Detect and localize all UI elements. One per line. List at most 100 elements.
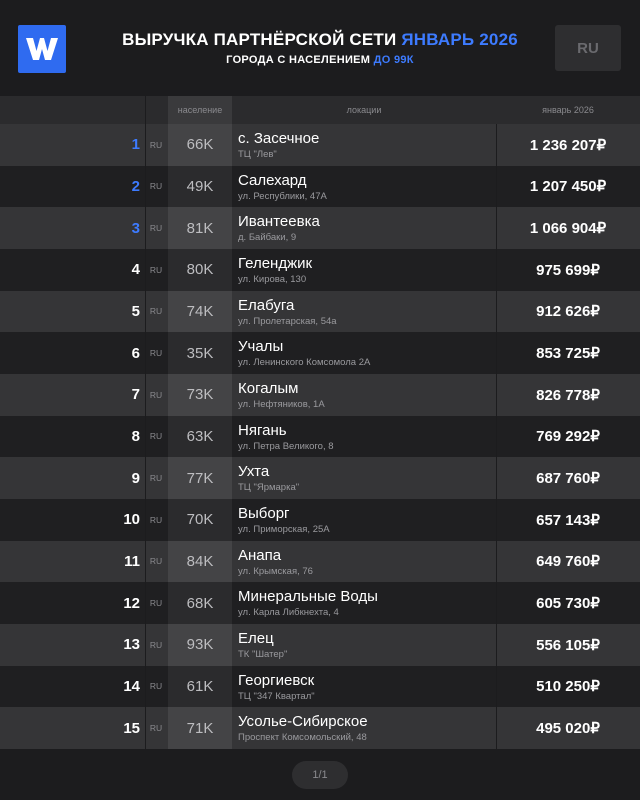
table-row[interactable]: 11 RU 84K Анапа ул. Крымская, 76 649 760₽: [0, 540, 640, 583]
location-address: ул. Ленинского Комсомола 2А: [238, 357, 371, 369]
table-row[interactable]: 9 RU 77K Ухта ТЦ "Ярмарка" 687 760₽: [0, 457, 640, 499]
city-name: Ухта: [238, 463, 270, 481]
location-cell: Салехард ул. Республики, 47А: [238, 166, 493, 208]
country-code-cell: RU: [149, 431, 163, 442]
location-cell: с. Засечное ТЦ "Лев": [238, 124, 493, 166]
location-cell: Елабуга ул. Пролетарская, 54а: [238, 291, 493, 333]
country-select-button[interactable]: RU: [555, 25, 621, 71]
title-accent: ЯНВАРЬ 2026: [401, 30, 518, 49]
city-name: Усолье-Сибирское: [238, 713, 368, 731]
table-row[interactable]: 3 RU 81K Ивантеевка д. Байбаки, 91 066 904₽: [0, 207, 640, 249]
country-code-cell: RU: [149, 473, 163, 484]
title-main: ВЫРУЧКА ПАРТНЁРСКОЙ СЕТИ: [122, 30, 397, 49]
rank-cell: 3: [131, 219, 140, 237]
table-row[interactable]: 6 RU 35K Учалы ул. Ленинского Комсомола 2А 85…: [0, 332, 640, 374]
revenue-cell: 649 760₽: [536, 553, 600, 571]
table-row[interactable]: 5 RU 74K Елабуга ул. Пролетарская, 54а 912 62…: [0, 290, 640, 333]
location-address: д. Байбаки, 9: [238, 232, 297, 244]
population-cell: 71K: [168, 707, 232, 749]
population-cell: 61K: [168, 665, 232, 708]
city-name: с. Засечное: [238, 130, 320, 147]
location-cell: Минеральные Воды ул. Карла Либкнехта, 4: [238, 582, 493, 624]
population-cell: 68K: [168, 582, 232, 624]
country-code-cell: RU: [149, 639, 163, 650]
population-cell: 77K: [168, 457, 232, 499]
table-row[interactable]: 12 RU 68K Минеральные Воды ул. Карла Либкнех…: [0, 582, 640, 624]
table-row[interactable]: 14 RU 61K Георгиевск ТЦ "347 Квартал" 510 250…: [0, 665, 640, 708]
population-cell: 63K: [168, 415, 232, 458]
table-row[interactable]: 4 RU 80K Геленджик ул. Кирова, 130 975 699₽: [0, 248, 640, 291]
location-address: ул. Крымская, 76: [238, 565, 313, 577]
country-code-cell: RU: [149, 306, 163, 317]
population-cell: 35K: [168, 332, 232, 374]
rank-cell: 2: [131, 177, 140, 195]
revenue-cell: 495 020₽: [536, 720, 600, 738]
location-cell: Ивантеевка д. Байбаки, 9: [238, 207, 493, 249]
rank-cell: 5: [131, 302, 140, 320]
country-code-cell: RU: [149, 348, 163, 359]
location-address: ул. Приморская, 25А: [238, 523, 330, 535]
location-cell: Выборг ул. Приморская, 25А: [238, 499, 493, 541]
country-code-cell: RU: [149, 181, 163, 192]
population-cell: 80K: [168, 248, 232, 291]
city-name: Ивантеевка: [238, 213, 320, 231]
table-row[interactable]: 8 RU 63K Нягань ул. Петра Великого, 8 769 292…: [0, 415, 640, 458]
location-cell: Анапа ул. Крымская, 76: [238, 541, 493, 583]
location-address: ул. Кирова, 130: [238, 273, 307, 285]
table-body: 1 RU 66K с. Засечное ТЦ "Лев" 1 236 207₽ 2 RU 49…: [0, 124, 640, 749]
city-name: Выборг: [238, 504, 290, 522]
column-header-january[interactable]: январь 2026: [496, 96, 640, 124]
table-row[interactable]: 10 RU 70K Выборг ул. Приморская, 25А 657 143₽: [0, 498, 640, 541]
rank-cell: 1: [131, 136, 140, 154]
column-header-population[interactable]: население: [168, 96, 232, 124]
table-row[interactable]: 1 RU 66K с. Засечное ТЦ "Лев" 1 236 207₽: [0, 124, 640, 166]
subtitle-main: ГОРОДА С НАСЕЛЕНИЕМ: [226, 54, 371, 66]
country-code-cell: RU: [149, 681, 163, 692]
column-header-locations[interactable]: локации: [232, 96, 496, 124]
rank-cell: 10: [123, 511, 140, 529]
revenue-cell: 1 236 207₽: [529, 136, 607, 154]
population-cell: 49K: [168, 165, 232, 208]
location-address: Проспект Комсомольский, 48: [238, 732, 367, 744]
city-name: Елабуга: [238, 296, 295, 314]
revenue-cell: 1 207 450₽: [529, 178, 607, 196]
location-address: ТЦ "347 Квартал": [238, 690, 315, 702]
population-cell: 84K: [168, 540, 232, 583]
country-code-cell: RU: [149, 723, 163, 734]
table-row[interactable]: 7 RU 73K Когалым ул. Нефтяников, 1А 826 778₽: [0, 373, 640, 416]
location-address: ТК "Шатер": [238, 648, 288, 660]
revenue-cell: 657 143₽: [536, 511, 600, 529]
rank-cell: 13: [123, 636, 140, 654]
revenue-cell: 769 292₽: [536, 428, 600, 446]
pagination-indicator[interactable]: 1/1: [292, 761, 348, 789]
country-code-cell: RU: [149, 389, 163, 400]
revenue-cell: 1 066 904₽: [529, 220, 607, 238]
column-divider: [145, 96, 146, 124]
rank-cell: 14: [123, 677, 140, 695]
location-address: ул. Петра Великого, 8: [238, 440, 334, 452]
location-cell: Геленджик ул. Кирова, 130: [238, 249, 493, 291]
population-cell: 66K: [168, 124, 232, 166]
population-cell: 73K: [168, 373, 232, 416]
country-code-cell: RU: [149, 223, 163, 234]
city-name: Елец: [238, 629, 274, 647]
location-cell: Когалым ул. Нефтяников, 1А: [238, 374, 493, 416]
revenue-cell: 605 730₽: [536, 595, 600, 613]
revenue-cell: 510 250₽: [536, 678, 600, 696]
population-cell: 81K: [168, 207, 232, 249]
location-address: ул. Карла Либкнехта, 4: [238, 607, 339, 619]
table-row[interactable]: 2 RU 49K Салехард ул. Республики, 47А 1 207 4…: [0, 165, 640, 208]
population-cell: 74K: [168, 290, 232, 333]
table-row[interactable]: 13 RU 93K Елец ТК "Шатер" 556 105₽: [0, 623, 640, 666]
location-address: ул. Пролетарская, 54а: [238, 315, 337, 327]
table-row[interactable]: 15 RU 71K Усолье-Сибирское Проспект Комсомол…: [0, 707, 640, 749]
country-code-cell: RU: [149, 264, 163, 275]
location-address: ТЦ "Лев": [238, 149, 277, 160]
city-name: Георгиевск: [238, 671, 315, 689]
city-name: Нягань: [238, 421, 287, 439]
rank-cell: 6: [131, 344, 140, 362]
location-cell: Елец ТК "Шатер": [238, 624, 493, 666]
location-address: ул. Республики, 47А: [238, 190, 327, 202]
population-cell: 93K: [168, 623, 232, 666]
location-address: ТЦ "Ярмарка": [238, 482, 300, 494]
